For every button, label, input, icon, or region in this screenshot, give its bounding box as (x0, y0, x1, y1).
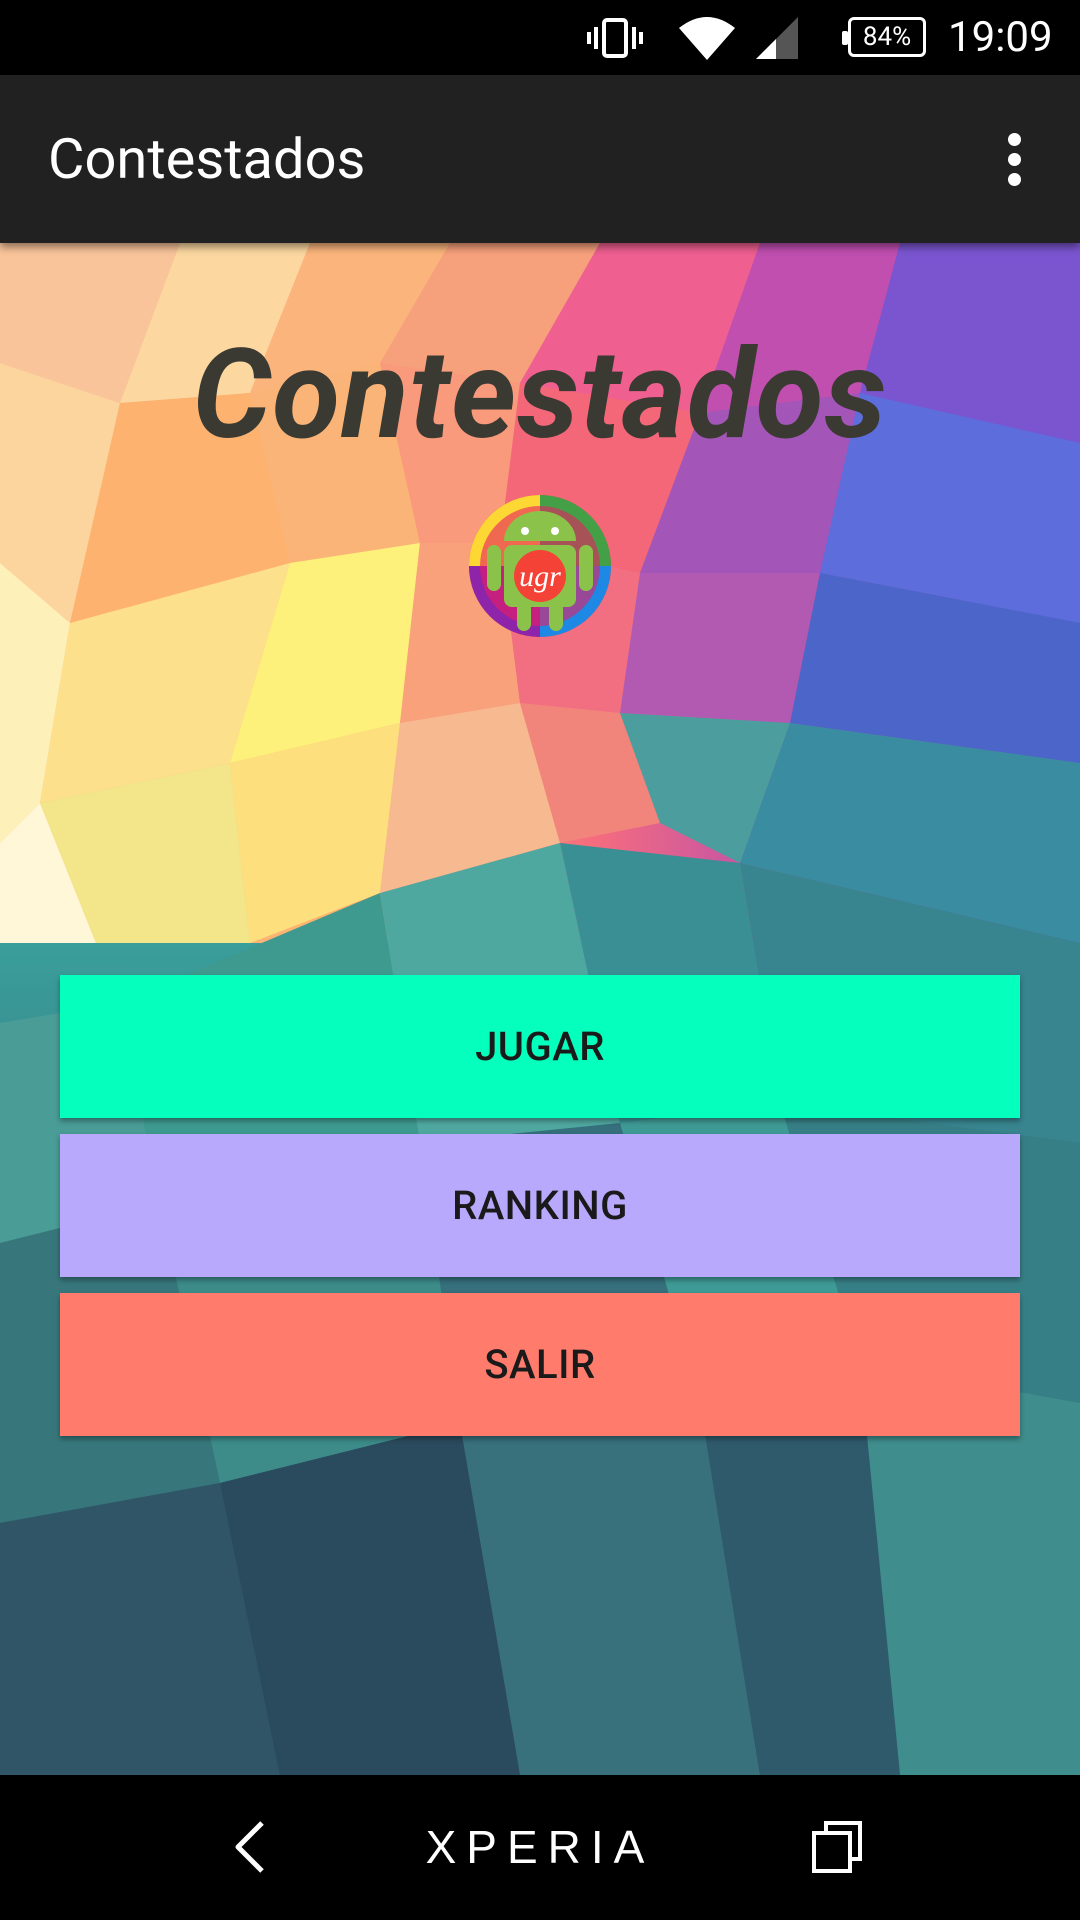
navigation-bar: XPERIA (0, 1775, 1080, 1920)
back-icon[interactable] (222, 1817, 282, 1877)
ugr-android-logo: ugr (467, 493, 613, 639)
app-bar: Contestados (0, 75, 1080, 243)
battery-icon: 84% (842, 17, 926, 57)
wifi-icon (675, 0, 739, 75)
main-heading: Contestados (192, 323, 888, 468)
battery-percent: 84% (862, 22, 912, 52)
logo-text: ugr (519, 560, 561, 593)
xperia-brand: XPERIA (425, 1821, 655, 1873)
status-bar: 84% 19:09 (0, 0, 1080, 75)
recent-apps-icon[interactable] (808, 1817, 868, 1877)
app-title: Contestados (48, 126, 366, 192)
vibrate-icon (585, 0, 645, 75)
main-content: Contestados ugr JUGAR RANKING SALIR (0, 243, 1080, 1775)
cell-signal-icon (752, 0, 802, 75)
play-button[interactable]: JUGAR (60, 975, 1020, 1118)
exit-button[interactable]: SALIR (60, 1293, 1020, 1436)
ranking-button[interactable]: RANKING (60, 1134, 1020, 1277)
clock: 19:09 (948, 13, 1053, 62)
overflow-menu-icon[interactable] (990, 129, 1038, 189)
